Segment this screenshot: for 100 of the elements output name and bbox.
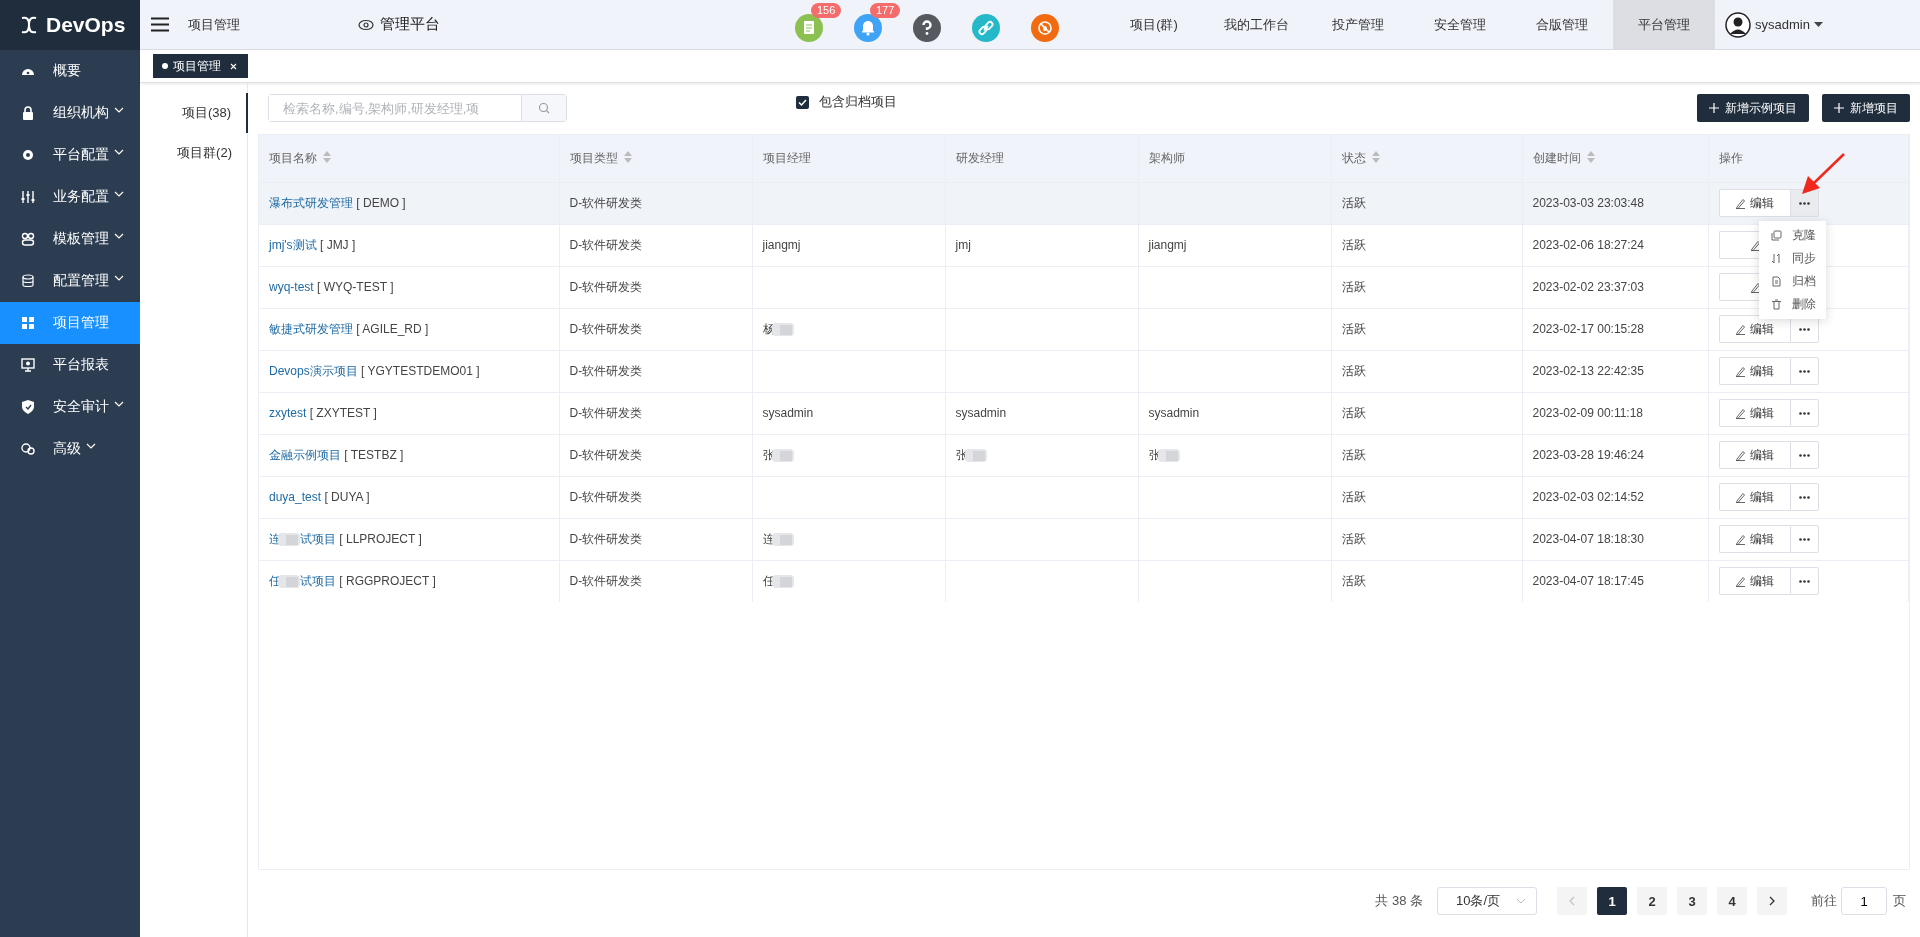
- column-header: 状态: [1331, 135, 1522, 182]
- table-cell: 2023-04-07 18:18:30: [1522, 518, 1708, 560]
- project-code: [ RGGPROJECT ]: [338, 573, 436, 588]
- table-row[interactable]: zxytest [ ZXYTEST ] D-软件研发类 sysadmin sysadmin sysadmin 活跃 2023-02-09 00:11:18 编辑: [259, 392, 1909, 434]
- project-code: [ DEMO ]: [355, 195, 406, 210]
- nav-tab[interactable]: 项目(群): [1103, 0, 1205, 49]
- table-cell: D-软件研发类: [559, 476, 752, 518]
- table-cell: D-软件研发类: [559, 434, 752, 476]
- sidebar-item[interactable]: 安全审计: [0, 386, 140, 428]
- user-menu[interactable]: sysadmin: [1725, 11, 1823, 38]
- sidebar-item[interactable]: 配置管理: [0, 260, 140, 302]
- project-code: [ AGILE_RD ]: [355, 321, 429, 336]
- page-button[interactable]: 4: [1717, 887, 1747, 915]
- page-unit: 页: [1893, 892, 1906, 910]
- table-cell: 活跃: [1331, 224, 1522, 266]
- edit-button[interactable]: 编辑: [1718, 525, 1790, 553]
- project-link[interactable]: zxytest: [269, 406, 307, 420]
- nav-tab[interactable]: 我的工作台: [1205, 0, 1307, 49]
- nav-tab[interactable]: 平台管理: [1613, 0, 1715, 49]
- sidebar-item[interactable]: 组织机构: [0, 92, 140, 134]
- page-button[interactable]: 3: [1677, 887, 1707, 915]
- add-button[interactable]: 新增项目: [1822, 94, 1910, 122]
- side-tab[interactable]: 项目群(2): [140, 133, 247, 173]
- table-cell: 活跃: [1331, 476, 1522, 518]
- table-row[interactable]: 瀑布式研发管理 [ DEMO ] D-软件研发类 活跃 2023-03-03 23:03:48 编辑: [259, 182, 1909, 224]
- table-cell: D-软件研发类: [559, 308, 752, 350]
- table-cell: 2023-02-03 02:14:52: [1522, 476, 1708, 518]
- project-code: [ JMJ ]: [318, 237, 356, 252]
- sidebar-item[interactable]: 概要: [0, 50, 140, 92]
- project-link[interactable]: jmj's测试: [269, 236, 317, 254]
- column-header: 研发经理: [945, 135, 1138, 182]
- table-cell: jiangmj: [752, 224, 945, 266]
- project-link[interactable]: duya_test: [269, 490, 322, 504]
- page-button[interactable]: 1: [1597, 887, 1627, 915]
- project-link[interactable]: 任 试项目: [269, 572, 336, 590]
- table-cell: 2023-02-13 22:42:35: [1522, 350, 1708, 392]
- brand-name: DevOps: [46, 13, 126, 37]
- table-cell: 2023-04-07 18:17:45: [1522, 560, 1708, 602]
- column-header: 创建时间: [1522, 135, 1708, 182]
- table-cell: sysadmin: [1138, 392, 1331, 434]
- project-link[interactable]: Devops演示项目: [269, 362, 358, 380]
- table-cell: jmj: [945, 224, 1138, 266]
- edit-button[interactable]: 编辑: [1718, 189, 1790, 217]
- edit-button[interactable]: 编辑: [1718, 315, 1790, 343]
- menu-item[interactable]: 克隆: [1759, 224, 1826, 247]
- nav-tab[interactable]: 投产管理: [1307, 0, 1409, 49]
- project-code: [ YGYTESTDEMO01 ]: [360, 363, 480, 378]
- column-header: 项目类型: [559, 135, 752, 182]
- add-button[interactable]: 新增示例项目: [1697, 94, 1809, 122]
- table-cell: 活跃: [1331, 182, 1522, 224]
- table-row[interactable]: duya_test [ DUYA ] D-软件研发类 活跃 2023-02-03 02:14:52 编辑: [259, 476, 1909, 518]
- project-code: [ TESTBZ ]: [343, 447, 404, 462]
- table-cell: D-软件研发类: [559, 350, 752, 392]
- table-cell: 活跃: [1331, 434, 1522, 476]
- search-field[interactable]: 检索名称,编号,架构师,研发经理,项: [268, 94, 567, 122]
- project-code: [ WYQ-TEST ]: [316, 280, 394, 294]
- table-cell: 2023-02-06 18:27:24: [1522, 224, 1708, 266]
- edit-button[interactable]: 编辑: [1718, 357, 1790, 385]
- project-link[interactable]: 金融示例项目: [269, 446, 341, 464]
- project-link[interactable]: 敏捷式研发管理: [269, 320, 353, 338]
- project-code: [ ZXYTEST ]: [308, 406, 377, 420]
- page-input[interactable]: 1: [1841, 887, 1887, 915]
- table-cell: 任: [752, 560, 945, 602]
- breadcrumb: 项目管理: [188, 15, 241, 34]
- table-row[interactable]: Devops演示项目 [ YGYTESTDEMO01 ] D-软件研发类 活跃 2023-02-13 22:42:35 编辑: [259, 350, 1909, 392]
- sidebar-item[interactable]: 高级: [0, 428, 140, 470]
- sidebar-item[interactable]: 平台配置: [0, 134, 140, 176]
- project-link[interactable]: 瀑布式研发管理: [269, 194, 353, 212]
- table-cell: 活跃: [1331, 266, 1522, 308]
- page-tab[interactable]: 项目管理: [153, 54, 248, 78]
- table-cell: 活跃: [1331, 560, 1522, 602]
- table-cell: D-软件研发类: [559, 560, 752, 602]
- side-tab[interactable]: 项目(38): [140, 93, 248, 133]
- column-header: 项目名称: [259, 135, 559, 182]
- table-cell: 2023-03-28 19:46:24: [1522, 434, 1708, 476]
- table-cell: 活跃: [1331, 350, 1522, 392]
- sidebar-item[interactable]: 平台报表: [0, 344, 140, 386]
- sidebar-item[interactable]: 模板管理: [0, 218, 140, 260]
- total-count: 共 38 条: [1375, 892, 1423, 910]
- table-row[interactable]: 任 试项目 [ RGGPROJECT ] D-软件研发类 任 活跃 2023-04-07 18:17:45 编辑: [259, 560, 1909, 602]
- column-header: 架构师: [1138, 135, 1331, 182]
- nav-tab[interactable]: 安全管理: [1409, 0, 1511, 49]
- page-size-select[interactable]: 10条/页: [1437, 887, 1537, 915]
- checkbox-label: 包含归档项目: [819, 93, 897, 111]
- project-link[interactable]: wyq-test: [269, 280, 314, 294]
- column-header: 操作: [1708, 135, 1909, 182]
- table-cell: 2023-02-09 00:11:18: [1522, 392, 1708, 434]
- table-cell: 2023-02-02 23:37:03: [1522, 266, 1708, 308]
- nav-tab[interactable]: 合版管理: [1511, 0, 1613, 49]
- page-button[interactable]: 2: [1637, 887, 1667, 915]
- sidebar-item[interactable]: 业务配置: [0, 176, 140, 218]
- edit-button[interactable]: 编辑: [1718, 399, 1790, 427]
- edit-button[interactable]: 编辑: [1718, 567, 1790, 596]
- platform-title: 管理平台: [380, 15, 440, 34]
- count-badge: 177: [870, 2, 901, 18]
- edit-button[interactable]: 编辑: [1718, 441, 1790, 469]
- table-cell: D-软件研发类: [559, 224, 752, 266]
- table-cell: 活跃: [1331, 392, 1522, 434]
- edit-button[interactable]: 编辑: [1718, 483, 1790, 511]
- menu-item[interactable]: 归档: [1759, 270, 1826, 293]
